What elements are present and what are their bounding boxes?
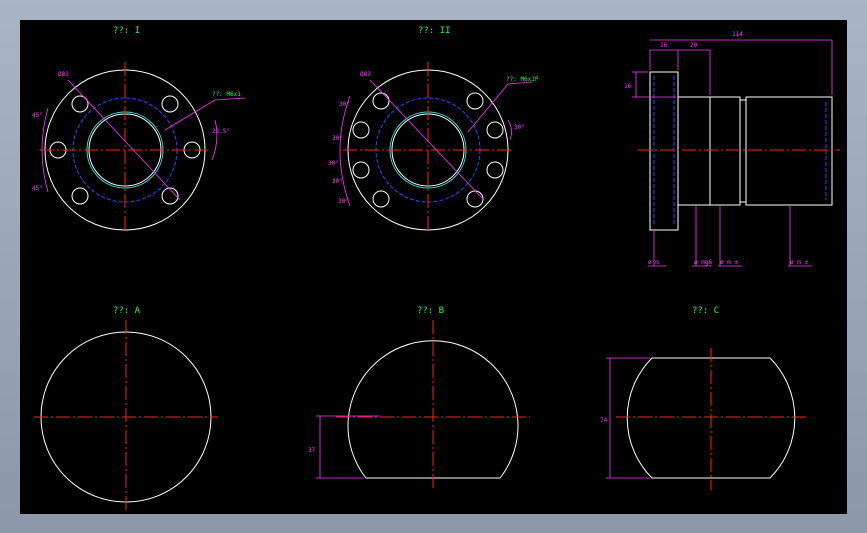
cad-drawing-area[interactable]: ??: I Ø83 ??: M6x1 45° 45° 22.5° ??: II	[20, 20, 847, 514]
view-2-diameter: Ø83	[360, 71, 371, 78]
side-total-length: 114	[732, 31, 743, 38]
view-1-angle-bottom: 45°	[32, 185, 43, 192]
cad-drawing: ??: I Ø83 ??: M6x1 45° 45° 22.5° ??: II	[32, 26, 840, 510]
view-2-thread: ??: M6x1P	[506, 76, 539, 83]
view-2-angle-3: 30°	[328, 160, 339, 167]
view-2-flange-front: ??: II Ø83 ??: M6x1P 30° 30° 30° 30° 30°…	[328, 26, 539, 232]
view-1-angle-top: 45°	[32, 112, 43, 119]
view-a-title: ??: A	[113, 306, 141, 316]
view-1-title: ??: I	[113, 26, 140, 36]
view-1-diameter: Ø83	[58, 71, 69, 78]
view-a-section: ??: A	[34, 306, 218, 510]
view-2-angle-1: 30°	[339, 101, 350, 108]
side-dim-1: 16	[660, 42, 668, 49]
view-1-flange-front: ??: I Ø83 ??: M6x1 45° 45° 22.5°	[32, 26, 246, 232]
view-c-section: ??: C 74	[600, 306, 808, 490]
side-label-4: ø m ±	[790, 259, 808, 266]
view-1-angle-side: 22.5°	[212, 128, 230, 135]
view-2-angle-5: 30°	[338, 198, 349, 205]
side-label-3: ø m ±	[720, 259, 738, 266]
view-1-thread: ??: M6x1	[212, 91, 241, 98]
side-dim-3: 16	[624, 83, 632, 90]
view-b-dimension: 37	[308, 447, 316, 454]
side-view-nut: 114 16 20 16 ø m ø mg6 ø m ± ø m ±	[624, 31, 840, 267]
side-label-2: ø mg6	[694, 259, 712, 266]
view-c-dimension: 74	[600, 417, 608, 424]
view-b-section: ??: B 37	[308, 306, 530, 490]
view-2-angle-2: 30°	[332, 135, 343, 142]
view-c-title: ??: C	[692, 306, 719, 316]
side-dim-2: 20	[690, 42, 698, 49]
side-label-1: ø m	[648, 259, 659, 266]
view-2-angle-4: 30°	[332, 178, 343, 185]
view-2-angle-6: 30°	[514, 124, 525, 131]
view-2-title: ??: II	[418, 26, 451, 36]
view-b-title: ??: B	[417, 306, 444, 316]
